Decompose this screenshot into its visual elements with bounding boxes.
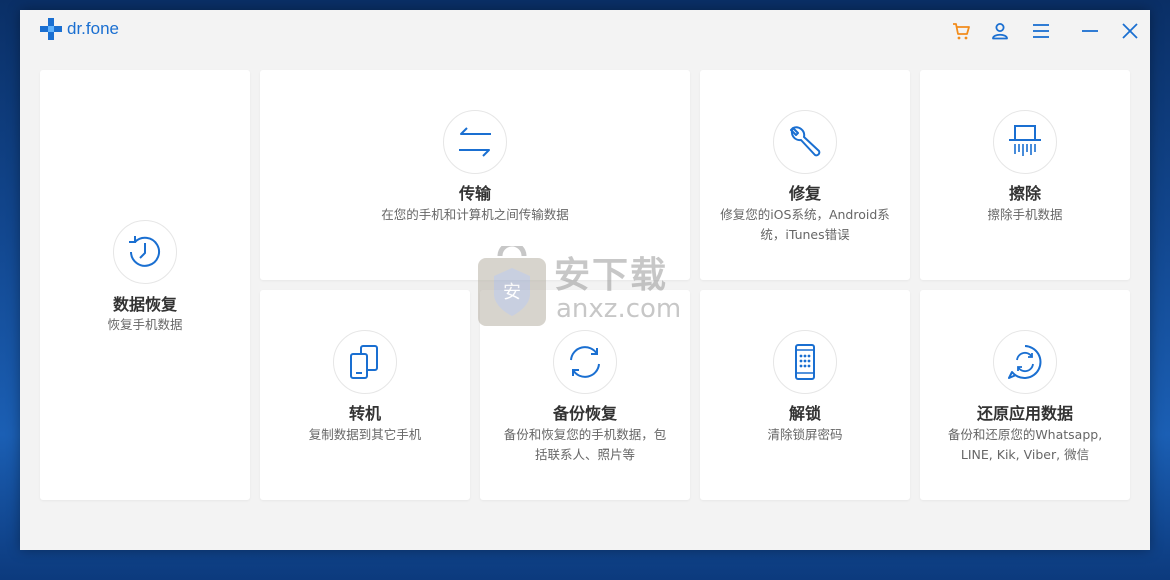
repair-desc: 修复您的iOS系统，Android系统，iTunes错误	[720, 207, 890, 242]
transfer-desc: 在您的手机和计算机之间传输数据	[381, 207, 569, 222]
account-button[interactable]	[989, 20, 1011, 42]
repair-title: 修复	[788, 184, 821, 203]
app-logo: dr.fone	[40, 18, 119, 40]
restore-social-desc: 备份和还原您的Whatsapp, LINE, Kik, Viber, 微信	[947, 427, 1103, 462]
cart-button[interactable]	[950, 20, 972, 42]
phone-transfer-desc: 复制数据到其它手机	[308, 427, 422, 442]
card-backup-restore[interactable]: 备份恢复 备份和恢复您的手机数据，包括联系人、照片等	[480, 290, 690, 500]
phone-switch-icon	[350, 345, 378, 379]
transfer-icon-circle	[443, 110, 507, 174]
erase-title: 擦除	[1008, 184, 1041, 203]
minimize-button[interactable]	[1079, 20, 1101, 42]
card-phone-transfer[interactable]: 转机 复制数据到其它手机	[260, 290, 470, 500]
user-icon	[992, 23, 1008, 40]
minimize-icon	[1082, 30, 1098, 32]
unlock-title: 解锁	[788, 404, 821, 423]
card-repair[interactable]: 修复 修复您的iOS系统，Android系统，iTunes错误	[700, 70, 910, 280]
erase-icon-circle	[993, 110, 1057, 174]
title-bar: dr.fone	[20, 10, 1150, 50]
backup-restore-title: 备份恢复	[552, 404, 617, 423]
card-erase[interactable]: 擦除 擦除手机数据	[920, 70, 1130, 280]
phone-transfer-icon-circle	[333, 330, 397, 394]
data-recovery-desc: 恢复手机数据	[107, 317, 183, 332]
wrench-icon	[790, 126, 821, 157]
chat-restore-icon	[1008, 345, 1042, 379]
unlock-desc: 清除锁屏密码	[767, 427, 843, 442]
close-icon	[1122, 23, 1138, 39]
menu-button[interactable]	[1030, 20, 1052, 42]
phone-transfer-title: 转机	[348, 404, 381, 423]
cart-icon	[953, 23, 970, 40]
unlock-icon-circle	[773, 330, 837, 394]
app-window: dr.fone 数据恢复 恢复手机数据 传输 在您的手机和计算机之间传输数据 修…	[20, 10, 1150, 550]
restore-social-icon-circle	[993, 330, 1057, 394]
card-restore-social-app[interactable]: 还原应用数据 备份和还原您的Whatsapp, LINE, Kik, Viber…	[920, 290, 1130, 500]
close-button[interactable]	[1119, 20, 1141, 42]
transfer-arrows-icon	[459, 127, 491, 157]
restore-social-title: 还原应用数据	[976, 404, 1073, 423]
card-data-recovery[interactable]: 数据恢复 恢复手机数据	[40, 70, 250, 500]
phone-lock-icon	[795, 344, 815, 380]
shredder-icon	[1009, 125, 1041, 156]
backup-restore-desc: 备份和恢复您的手机数据，包括联系人、照片等	[503, 427, 667, 462]
clock-icon	[129, 236, 160, 267]
menu-icon	[1033, 24, 1049, 38]
sync-icon	[570, 346, 600, 378]
app-name: dr.fone	[67, 19, 119, 38]
card-transfer[interactable]: 传输 在您的手机和计算机之间传输数据	[260, 70, 690, 280]
card-unlock[interactable]: 解锁 清除锁屏密码	[700, 290, 910, 500]
backup-restore-icon-circle	[553, 330, 617, 394]
transfer-title: 传输	[458, 184, 491, 203]
dr-fone-logo-icon	[40, 18, 62, 40]
repair-icon-circle	[773, 110, 837, 174]
data-recovery-title: 数据恢复	[112, 295, 177, 314]
data-recovery-icon-circle	[113, 220, 177, 284]
erase-desc: 擦除手机数据	[987, 207, 1063, 222]
